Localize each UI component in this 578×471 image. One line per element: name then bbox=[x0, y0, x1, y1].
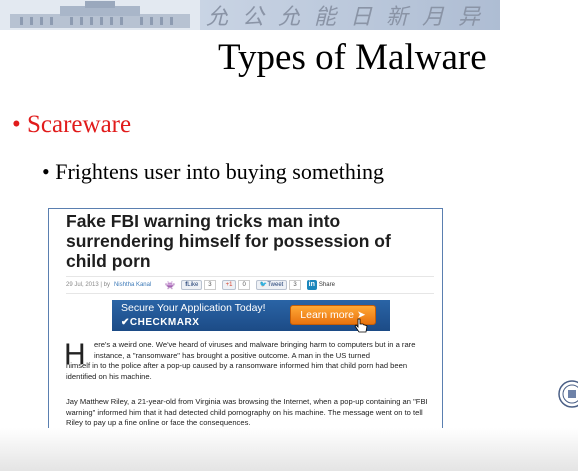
google-plus-button[interactable]: +1 bbox=[221, 280, 237, 290]
campus-building-image bbox=[0, 0, 200, 30]
author-prefix: by bbox=[103, 282, 110, 288]
alien-icon: 👾 bbox=[165, 280, 176, 290]
google-plus-count: 0 bbox=[238, 280, 250, 290]
facebook-like-count: 3 bbox=[204, 280, 216, 290]
university-motto: 允公允能日新月异 bbox=[200, 0, 500, 30]
ad-tagline: Secure Your Application Today! bbox=[121, 302, 266, 314]
article-author[interactable]: Nishtha Kanal bbox=[114, 282, 151, 288]
header-banner: 允公允能日新月异 bbox=[0, 0, 500, 30]
slide-title: Types of Malware bbox=[218, 37, 487, 78]
article-paragraph-1: ere's a weird one. We've heard of viruse… bbox=[94, 340, 416, 360]
facebook-like-button[interactable]: fLike bbox=[181, 280, 203, 290]
checkmarx-ad-banner[interactable]: Secure Your Application Today! ✔CHECKMAR… bbox=[112, 300, 390, 333]
article-paragraph-2: Jay Matthew Riley, a 21-year-old from Vi… bbox=[66, 397, 428, 427]
ad-brand-logo: ✔CHECKMARX bbox=[121, 317, 200, 328]
linkedin-icon[interactable]: in bbox=[306, 280, 317, 290]
bullet-subpoint: • Frightens user into buying something bbox=[42, 159, 384, 184]
article-paragraph-1-continued: himself in to the police after a pop-up … bbox=[66, 361, 408, 381]
footer-band bbox=[0, 428, 578, 471]
university-seal-icon bbox=[558, 380, 578, 408]
share-buttons: fLike 3 +1 0 🐦Tweet 3 in Share bbox=[181, 280, 335, 290]
article-screenshot: Fake FBI warning tricks man into surrend… bbox=[48, 208, 443, 434]
article-headline: Fake FBI warning tricks man into surrend… bbox=[66, 211, 391, 271]
tweet-button[interactable]: 🐦Tweet bbox=[255, 280, 288, 290]
tweet-count: 3 bbox=[289, 280, 301, 290]
bullet-scareware: • Scareware bbox=[12, 111, 132, 138]
hand-cursor-icon bbox=[354, 318, 368, 333]
article-date: 29 Jul, 2013 bbox=[66, 282, 99, 288]
linkedin-share-label[interactable]: Share bbox=[319, 282, 335, 288]
article-meta-bar: 29 Jul, 2013 | by Nishtha Kanal 👾 fLike … bbox=[66, 276, 434, 294]
